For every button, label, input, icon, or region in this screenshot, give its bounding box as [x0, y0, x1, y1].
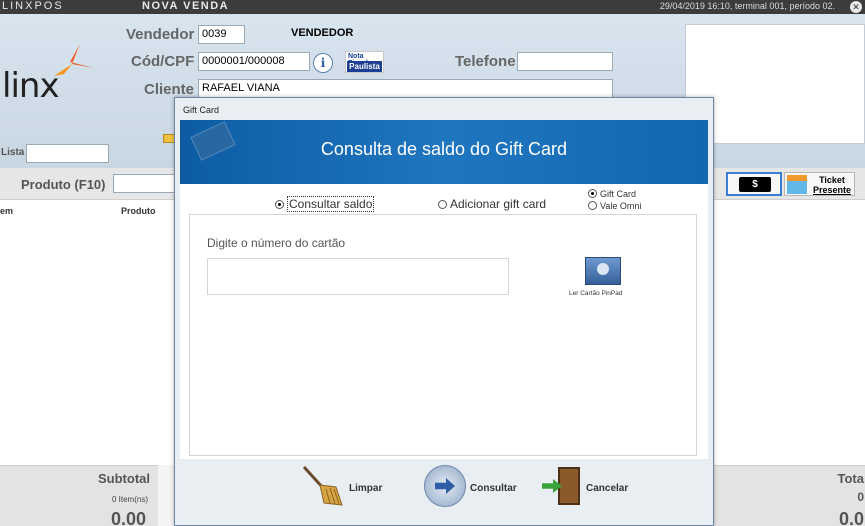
vendedor-name: VENDEDOR	[291, 27, 354, 39]
pinpad-user-icon	[597, 263, 609, 275]
cpf-field[interactable]: 0000001/000008	[198, 52, 310, 71]
money-icon: $	[739, 177, 771, 192]
screen-title: NOVA VENDA	[142, 0, 230, 12]
lista-label: Lista	[1, 147, 25, 158]
dialog-banner: Consulta de saldo do Gift Card	[180, 120, 708, 184]
total-value: 0.0	[838, 509, 864, 526]
col-item: em	[0, 206, 14, 216]
dialog-heading: Consulta de saldo do Gift Card	[320, 139, 568, 159]
session-info: 29/04/2019 16:10, terminal 001, período …	[659, 1, 835, 11]
payment-button[interactable]: $	[726, 172, 782, 196]
radio-icon	[588, 201, 597, 210]
cliente-field[interactable]: RAFAEL VIANA	[198, 79, 613, 98]
pinpad-button[interactable]	[585, 257, 621, 285]
subtotal-label: Subtotal	[98, 471, 150, 486]
subtotal-panel: Subtotal 0 Item(ns) 0.00	[0, 465, 158, 526]
radio-icon	[438, 200, 447, 209]
card-entry-panel: Digite o número do cartão Ler Cartão Pin…	[189, 214, 697, 456]
radio-vale-omni[interactable]: Vale Omni	[588, 201, 641, 211]
cpf-label: Cód/CPF	[131, 53, 195, 70]
subtotal-value: 0.00	[110, 509, 146, 526]
cancelar-button[interactable]: Cancelar	[542, 465, 642, 509]
vendedor-label: Vendedor	[126, 26, 195, 43]
cliente-label: Cliente	[144, 81, 195, 98]
telefone-label: Telefone	[455, 53, 516, 70]
consultar-button[interactable]: Consultar	[424, 465, 524, 509]
info-icon[interactable]: i	[313, 53, 333, 73]
total-count: 0	[857, 490, 864, 504]
total-label: Tota	[837, 471, 864, 486]
linx-logo: linx	[0, 44, 100, 106]
card-number-label: Digite o número do cartão	[207, 236, 346, 250]
lista-field[interactable]	[26, 144, 109, 163]
title-bar: LINXPOS NOVA VENDA 29/04/2019 16:10, ter…	[0, 0, 865, 14]
nota-fiscal-paulista-logo: Nota Fiscal Paulista	[345, 51, 384, 73]
limpar-button[interactable]: Limpar	[300, 465, 390, 509]
radio-consultar-saldo[interactable]: Consultar saldo	[275, 196, 375, 212]
radio-selected-icon	[588, 189, 597, 198]
dialog-actions: Limpar Consultar Cancelar	[180, 459, 708, 525]
radio-adicionar-gift-card[interactable]: Adicionar gift card	[438, 197, 546, 211]
card-number-input[interactable]	[207, 258, 509, 295]
produto-field[interactable]	[113, 174, 183, 193]
total-panel: Tota 0 0.0	[712, 465, 865, 526]
telefone-field[interactable]	[517, 52, 613, 71]
close-icon[interactable]: ✕	[850, 1, 862, 13]
ticket-presente-button[interactable]: Ticket Presente	[784, 172, 855, 196]
dialog-body: Consultar saldo Adicionar gift card Gift…	[180, 184, 708, 459]
radio-selected-icon	[275, 200, 284, 209]
grid-header: em Produto	[0, 206, 180, 220]
broom-icon	[302, 465, 343, 506]
gift-card-dialog: Gift Card Consulta de saldo do Gift Card…	[174, 97, 714, 526]
app-name: LINXPOS	[2, 0, 64, 12]
col-produto: Produto	[121, 206, 156, 216]
presente-label: Presente	[812, 185, 852, 195]
dialog-title: Gift Card	[175, 98, 713, 118]
radio-gift-card[interactable]: Gift Card	[588, 189, 636, 199]
pinpad-label: Ler Cartão PinPad	[569, 290, 623, 297]
gift-icon	[787, 175, 807, 194]
ticket-label: Ticket	[819, 175, 845, 185]
vendedor-code-field[interactable]: 0039	[198, 25, 245, 44]
items-count: 0 Item(ns)	[111, 495, 148, 504]
produto-label: Produto (F10)	[21, 177, 106, 192]
arrow-right-icon	[424, 465, 466, 507]
logo-mark-icon	[54, 44, 94, 76]
